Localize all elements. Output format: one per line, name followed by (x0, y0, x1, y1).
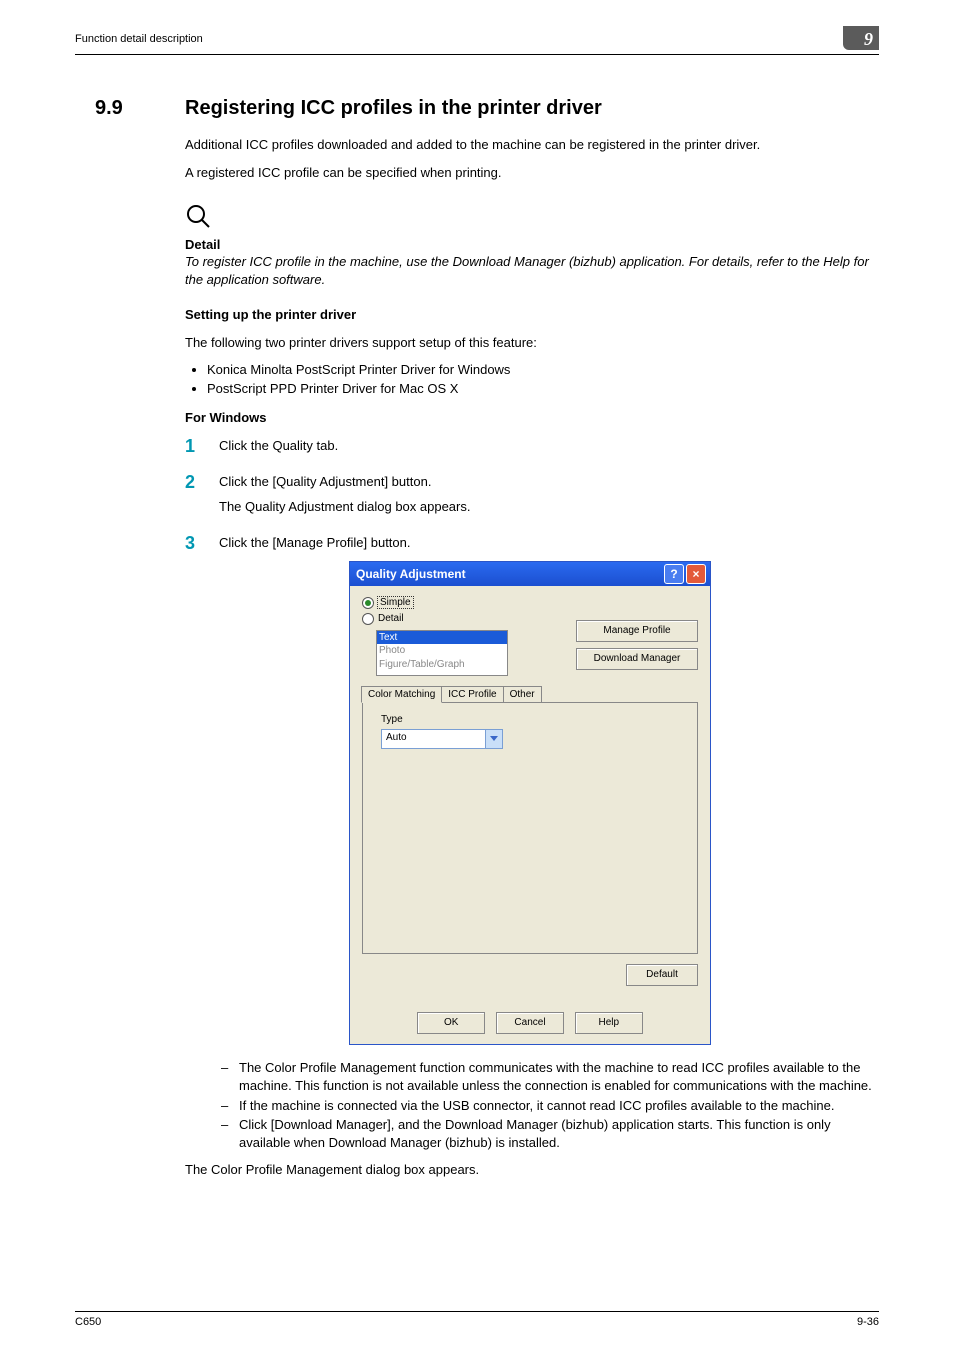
intro-paragraph-2: A registered ICC profile can be specifie… (185, 164, 879, 182)
after-notes: The Color Profile Management dialog box … (185, 1161, 879, 1179)
footer-rule (75, 1311, 879, 1312)
step-text: Click the [Manage Profile] button. (219, 534, 879, 552)
radio-label: Simple (378, 597, 413, 608)
step-number: 3 (185, 531, 195, 555)
section-number: 9.9 (95, 95, 185, 122)
list-item[interactable]: Figure/Table/Graph (377, 658, 507, 672)
close-icon[interactable]: × (686, 564, 706, 584)
setup-title: Setting up the printer driver (185, 306, 879, 324)
detail-label: Detail (185, 236, 879, 254)
tab-color-matching[interactable]: Color Matching (361, 686, 442, 704)
dialog-footer: OK Cancel Help (350, 1004, 710, 1044)
detail-text: To register ICC profile in the machine, … (185, 253, 879, 288)
radio-simple[interactable]: Simple (362, 596, 698, 610)
help-icon[interactable]: ? (664, 564, 684, 584)
driver-list: Konica Minolta PostScript Printer Driver… (185, 361, 879, 397)
download-manager-button[interactable]: Download Manager (576, 648, 698, 670)
dropdown-value: Auto (382, 730, 485, 748)
steps-list: 1 Click the Quality tab. 2 Click the [Qu… (185, 437, 879, 1179)
step-2: 2 Click the [Quality Adjustment] button.… (185, 473, 879, 516)
default-button[interactable]: Default (626, 964, 698, 986)
tab-other[interactable]: Other (503, 686, 542, 703)
dialog-titlebar: Quality Adjustment ? × (350, 562, 710, 586)
list-item: The Color Profile Management function co… (239, 1059, 879, 1094)
chapter-badge: 9 (843, 26, 879, 50)
list-item: Click [Download Manager], and the Downlo… (239, 1116, 879, 1151)
step-number: 1 (185, 434, 195, 458)
tab-icc-profile[interactable]: ICC Profile (441, 686, 503, 703)
step-text: Click the [Quality Adjustment] button. (219, 473, 879, 491)
list-item[interactable]: Text (377, 631, 507, 645)
dialog-screenshot: Quality Adjustment ? × Simple Detail Tex… (349, 561, 879, 1045)
type-label: Type (381, 713, 689, 727)
step-text: The Quality Adjustment dialog box appear… (219, 498, 879, 516)
help-button[interactable]: Help (575, 1012, 643, 1034)
page-header: Function detail description 9 (75, 30, 879, 55)
step-1: 1 Click the Quality tab. (185, 437, 879, 455)
header-left: Function detail description (75, 32, 203, 47)
manage-profile-button[interactable]: Manage Profile (576, 620, 698, 642)
cancel-button[interactable]: Cancel (496, 1012, 564, 1034)
tabs: Color Matching ICC Profile Other (361, 686, 698, 703)
footer-left: C650 (75, 1315, 101, 1330)
detail-magnifier-icon (185, 203, 211, 234)
dialog-title: Quality Adjustment (354, 566, 662, 582)
type-dropdown[interactable]: Auto (381, 729, 503, 749)
notes-list: The Color Profile Management function co… (219, 1059, 879, 1151)
list-item: PostScript PPD Printer Driver for Mac OS… (207, 380, 879, 398)
category-listbox[interactable]: Text Photo Figure/Table/Graph (376, 630, 508, 676)
intro-paragraph-1: Additional ICC profiles downloaded and a… (185, 136, 879, 154)
list-item[interactable]: Photo (377, 644, 507, 658)
radio-label: Detail (378, 613, 404, 624)
footer-right: 9-36 (857, 1315, 879, 1330)
detail-block: Detail To register ICC profile in the ma… (185, 236, 879, 289)
step-3: 3 Click the [Manage Profile] button. Qua… (185, 534, 879, 1179)
step-number: 2 (185, 470, 195, 494)
section-heading: 9.9 Registering ICC profiles in the prin… (95, 95, 879, 122)
ok-button[interactable]: OK (417, 1012, 485, 1034)
tab-panel: Type Auto (362, 702, 698, 954)
list-item: Konica Minolta PostScript Printer Driver… (207, 361, 879, 379)
step-text: Click the Quality tab. (219, 437, 879, 455)
chapter-number: 9 (864, 27, 873, 51)
windows-title: For Windows (185, 409, 879, 427)
section-title: Registering ICC profiles in the printer … (185, 95, 602, 122)
chevron-down-icon[interactable] (485, 730, 502, 748)
setup-intro: The following two printer drivers suppor… (185, 334, 879, 352)
list-item: If the machine is connected via the USB … (239, 1097, 879, 1115)
